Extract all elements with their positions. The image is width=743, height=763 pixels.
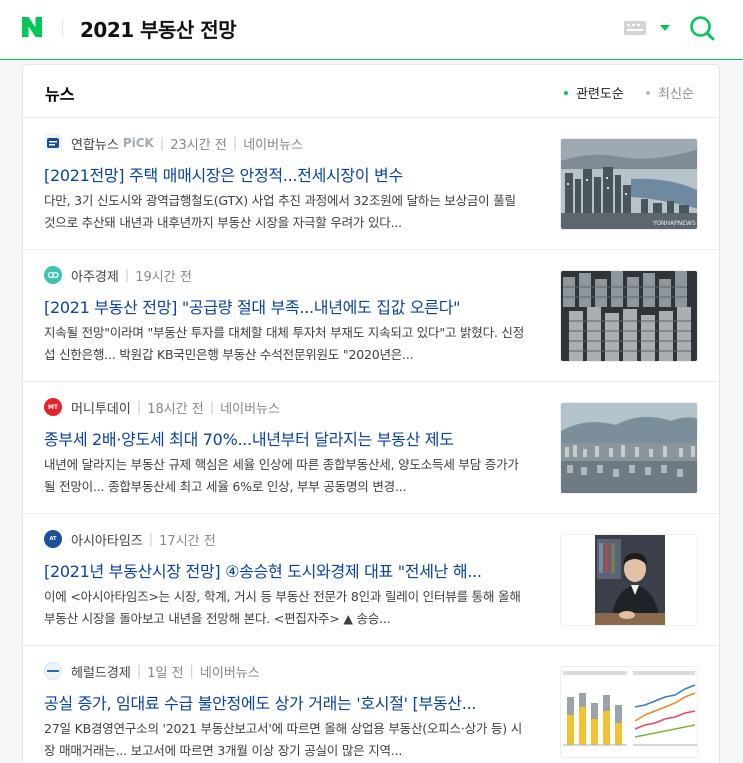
news-time: 23시간 전 [170, 137, 227, 153]
naver-news-link[interactable]: 네이버뉴스 [243, 134, 303, 153]
news-section: 뉴스 관련도순 최신순 연합뉴스 PiCK | 23시간 전 | 네이버뉴스 [… [22, 64, 720, 763]
naver-news-link[interactable]: 네이버뉴스 [200, 662, 260, 681]
news-item: 아주경제 | 19시간 전 [2021 부동산 전망] "공급량 절대 부족..… [23, 249, 719, 381]
press-name[interactable]: 아주경제 [71, 266, 119, 285]
news-title[interactable]: 공실 증가, 임대료 수급 불안정에도 상가 거래는 '호시절' [부동산... [44, 690, 549, 714]
news-time: 19시간 전 [135, 269, 192, 285]
search-query[interactable]: 2021 부동산 전망 [80, 14, 237, 43]
news-item: 연합뉴스 PiCK | 23시간 전 | 네이버뉴스 [2021전망] 주택 매… [23, 117, 719, 249]
press-logo [44, 134, 62, 152]
news-title[interactable]: [2021년 부동산시장 전망] ④송승현 도시와경제 대표 "전세난 해... [44, 558, 549, 582]
news-title[interactable]: 종부세 2배·양도세 최대 70%...내년부터 달라지는 부동산 제도 [44, 426, 549, 450]
search-icon[interactable] [688, 14, 716, 42]
naver-logo[interactable] [19, 14, 45, 40]
news-title[interactable]: [2021전망] 주택 매매시장은 안정적...전세시장이 변수 [44, 162, 549, 186]
news-thumbnail[interactable] [560, 270, 698, 362]
news-description: 이에 <아시아타임즈>는 시장, 학계, 거시 등 부동산 전문가 8인과 릴레… [44, 589, 521, 626]
press-logo [44, 266, 62, 284]
news-time: 1일 전 [147, 665, 184, 681]
section-title: 뉴스 [45, 85, 75, 104]
news-item: 헤럴드경제 | 1일 전 | 네이버뉴스 공실 증가, 임대료 수급 불안정에도… [23, 645, 719, 763]
press-logo [44, 662, 62, 680]
sort-latest[interactable]: 최신순 [646, 83, 694, 102]
news-time: 18시간 전 [147, 401, 204, 417]
press-name[interactable]: 머니투데이 [71, 398, 131, 417]
header-divider [62, 19, 63, 37]
sort-relevance[interactable]: 관련도순 [564, 83, 624, 102]
news-description: 지속될 전망"이라며 "부동산 투자를 대체할 대체 투자처 부재도 지속되고 … [44, 325, 525, 362]
news-thumbnail[interactable] [560, 534, 698, 626]
press-logo: MT [44, 398, 62, 416]
news-description: 내년에 달라지는 부동산 규제 핵심은 세율 인상에 따른 종합부동산세, 양도… [44, 457, 519, 494]
thumb-watermark: YONHAPNEWS [652, 220, 696, 227]
news-item: MT 머니투데이 | 18시간 전 | 네이버뉴스 종부세 2배·양도세 최대 … [23, 381, 719, 513]
news-item: AT 아시아타임즈 | 17시간 전 [2021년 부동산시장 전망] ④송승현… [23, 513, 719, 645]
press-name[interactable]: 헤럴드경제 [71, 662, 131, 681]
news-time: 17시간 전 [159, 533, 216, 549]
news-description: 다만, 3기 신도시와 광역급행철도(GTX) 사업 추진 과정에서 32조원에… [44, 193, 516, 230]
keyboard-icon[interactable] [624, 21, 646, 35]
search-header: 2021 부동산 전망 [0, 0, 743, 60]
press-name[interactable]: 연합뉴스 [71, 134, 119, 153]
pick-badge: PiCK [122, 136, 154, 150]
press-name[interactable]: 아시아타임즈 [71, 530, 143, 549]
press-logo: AT [44, 530, 62, 548]
news-description: 27일 KB경영연구소의 '2021 부동산보고서'에 따르면 올해 상업용 부… [44, 721, 523, 758]
news-title[interactable]: [2021 부동산 전망] "공급량 절대 부족...내년에도 집값 오른다" [44, 294, 549, 318]
news-thumbnail[interactable] [560, 402, 698, 494]
news-thumbnail[interactable] [560, 666, 698, 758]
news-thumbnail[interactable]: YONHAPNEWS [560, 138, 698, 230]
chevron-down-icon[interactable] [660, 25, 670, 31]
naver-news-link[interactable]: 네이버뉴스 [220, 398, 280, 417]
